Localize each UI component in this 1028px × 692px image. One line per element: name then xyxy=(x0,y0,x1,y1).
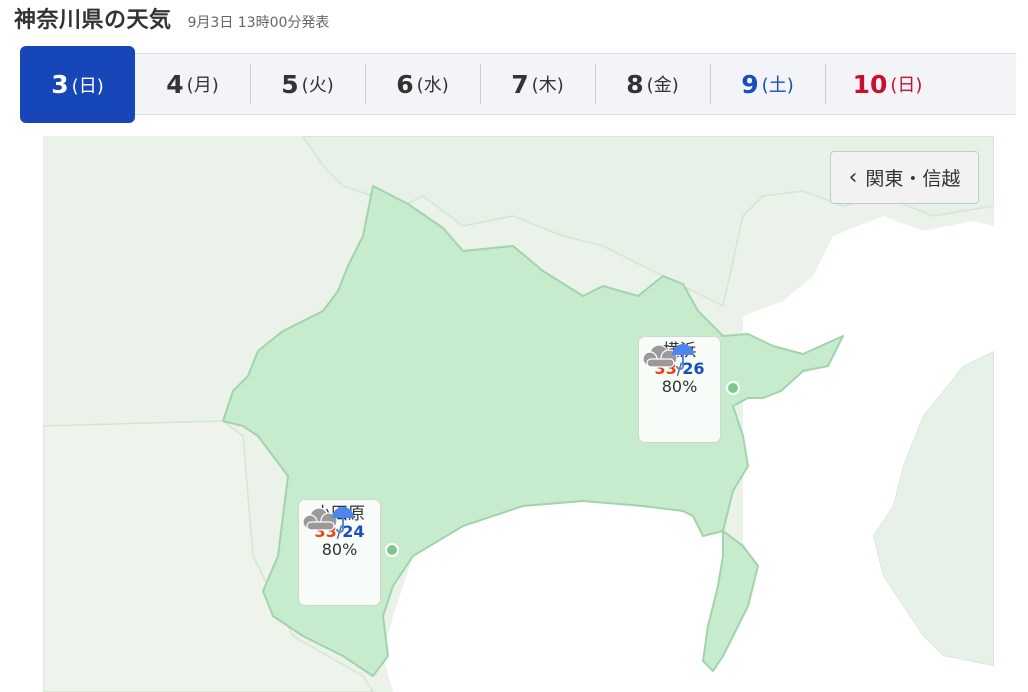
page-title: 神奈川県の天気 xyxy=(14,8,172,33)
tab-day-4[interactable]: 4 (月) xyxy=(135,54,250,114)
tab-date: 4 xyxy=(166,69,184,99)
tab-weekday: (金) xyxy=(646,75,679,96)
tab-date: 3 xyxy=(51,70,69,99)
odawara-location-dot xyxy=(385,543,399,557)
city-card-odawara[interactable]: 小田原 33/24 80% xyxy=(298,499,381,606)
tab-day-10[interactable]: 10 (日) xyxy=(825,54,950,114)
tab-day-7[interactable]: 7 (木) xyxy=(480,54,595,114)
yokohama-location-dot xyxy=(726,381,740,395)
issued-time: 9月3日 13時00分発表 xyxy=(187,15,330,31)
tab-date: 6 xyxy=(396,69,414,99)
date-tabs: 3 (日) 4 (月) 5 (火) 6 (水) 7 (木) 8 (金) 9 (土) 10 (日) xyxy=(20,46,1016,123)
tab-day-8[interactable]: 8 (金) xyxy=(595,54,710,114)
tab-weekday: (土) xyxy=(761,75,794,96)
tab-weekday: (木) xyxy=(531,75,564,96)
tab-day-3[interactable]: 3 (日) xyxy=(20,46,135,123)
tab-date: 5 xyxy=(281,69,299,99)
precipitation-probability: 80% xyxy=(321,540,358,559)
region-button-label: 関東・信越 xyxy=(865,168,961,190)
chevron-left-icon: ‹ xyxy=(848,165,858,190)
tab-day-9[interactable]: 9 (土) xyxy=(710,54,825,114)
weather-map: ‹ 関東・信越 横浜 33/26 80% 小田原 xyxy=(43,136,994,692)
tab-date: 7 xyxy=(511,69,529,99)
tab-date: 10 xyxy=(852,69,888,99)
tab-weekday: (火) xyxy=(301,75,334,96)
tab-weekday: (月) xyxy=(186,75,219,96)
precipitation-probability: 80% xyxy=(661,377,698,396)
tab-weekday: (水) xyxy=(416,75,449,96)
tab-day-6[interactable]: 6 (水) xyxy=(365,54,480,114)
city-card-yokohama[interactable]: 横浜 33/26 80% xyxy=(638,336,721,443)
region-back-button[interactable]: ‹ 関東・信越 xyxy=(830,151,979,204)
cloudy-with-rain-icon xyxy=(642,344,694,370)
cloudy-with-rain-icon xyxy=(302,507,354,533)
page-header: 神奈川県の天気 9月3日 13時00分発表 xyxy=(14,2,329,36)
map-graphic xyxy=(43,136,994,692)
tab-date: 8 xyxy=(626,69,644,99)
tab-weekday: (日) xyxy=(890,75,923,96)
tab-date: 9 xyxy=(741,69,759,99)
tab-weekday: (日) xyxy=(71,75,104,97)
tab-day-5[interactable]: 5 (火) xyxy=(250,54,365,114)
